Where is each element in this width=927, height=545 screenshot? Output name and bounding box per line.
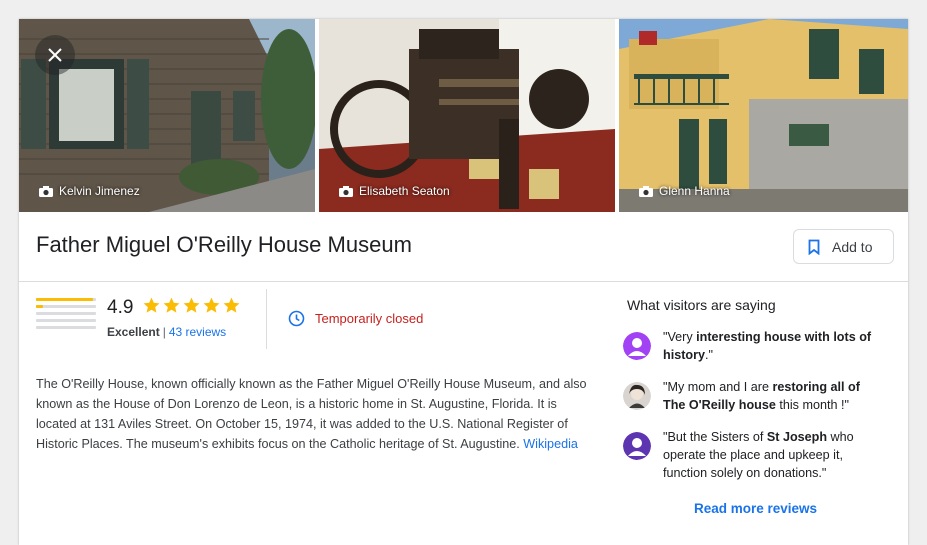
rating-subline: Excellent | 43 reviews (107, 325, 226, 339)
close-icon (48, 48, 62, 62)
status-text: Temporarily closed (315, 311, 424, 326)
divider (266, 289, 267, 349)
add-to-label: Add to (832, 238, 873, 255)
rating-bar-fill (36, 298, 93, 301)
open-status: Temporarily closed (288, 310, 423, 327)
rating-score: 4.9 (107, 297, 134, 318)
photo-strip: Kelvin Jimenez Elisabeth Seaton Glenn Ha… (19, 19, 908, 212)
rating-summary: 4.9 Excellent | 43 reviews (36, 296, 266, 358)
review-text-part: this month !" (775, 398, 849, 412)
close-button[interactable] (35, 35, 75, 75)
photo-credit-name: Elisabeth Seaton (359, 184, 450, 198)
bookmark-icon (808, 239, 820, 255)
avatar (623, 382, 651, 410)
read-more-reviews-link[interactable]: Read more reviews (694, 501, 817, 516)
rating-stars (142, 296, 241, 315)
review-text-part: "Very (663, 330, 697, 344)
rating-label: Excellent (107, 325, 160, 339)
wikipedia-link[interactable]: Wikipedia (523, 437, 578, 451)
rating-distribution (36, 298, 96, 333)
review-text: "Very interesting house with lots of his… (663, 328, 885, 364)
review-snippet[interactable]: "But the Sisters of St Joseph who operat… (623, 428, 898, 482)
review-text-part: "But the Sisters of (663, 430, 767, 444)
review-text-part: ." (705, 348, 713, 362)
camera-icon (39, 185, 53, 197)
photo-3[interactable]: Glenn Hanna (619, 19, 908, 212)
review-snippet[interactable]: "My mom and I are restoring all of The O… (623, 378, 898, 414)
visitor-reviews: What visitors are saying "Very interesti… (623, 297, 898, 496)
star-icon (143, 297, 160, 313)
reviews-link[interactable]: 43 reviews (169, 325, 226, 339)
photo-1[interactable]: Kelvin Jimenez (19, 19, 315, 212)
rating-bar (36, 305, 96, 308)
camera-icon (339, 185, 353, 197)
photo-credit: Kelvin Jimenez (39, 184, 140, 198)
rating-bar (36, 326, 96, 329)
place-description: The O'Reilly House, known officially kno… (36, 374, 598, 454)
photo-credit-name: Glenn Hanna (659, 184, 730, 198)
photo-credit: Glenn Hanna (639, 184, 730, 198)
star-icon (203, 297, 220, 313)
star-icon (183, 297, 200, 313)
place-card: Kelvin Jimenez Elisabeth Seaton Glenn Ha… (19, 19, 908, 545)
rating-bar (36, 319, 96, 322)
review-text-part: "My mom and I are (663, 380, 773, 394)
avatar-icon (623, 432, 651, 460)
rating-bar (36, 298, 96, 301)
clock-icon (288, 310, 305, 327)
star-icon (163, 297, 180, 313)
visitors-title: What visitors are saying (627, 297, 776, 313)
rating-separator: | (162, 325, 166, 339)
photo-credit: Elisabeth Seaton (339, 184, 450, 198)
place-title: Father Miguel O'Reilly House Museum (36, 232, 412, 257)
avatar-icon (623, 332, 651, 360)
review-text: "My mom and I are restoring all of The O… (663, 378, 885, 414)
star-icon (223, 297, 240, 313)
rating-bar (36, 312, 96, 315)
rating-bar-fill (36, 305, 44, 308)
title-row: Father Miguel O'Reilly House Museum Add … (19, 212, 908, 282)
review-highlight: St Joseph (766, 430, 828, 444)
description-text: The O'Reilly House, known officially kno… (36, 377, 587, 451)
photo-credit-name: Kelvin Jimenez (59, 184, 140, 198)
review-text: "But the Sisters of St Joseph who operat… (663, 428, 885, 482)
photo-2[interactable]: Elisabeth Seaton (319, 19, 615, 212)
camera-icon (639, 185, 653, 197)
review-snippet[interactable]: "Very interesting house with lots of his… (623, 328, 898, 364)
add-to-button[interactable]: Add to (793, 229, 894, 264)
